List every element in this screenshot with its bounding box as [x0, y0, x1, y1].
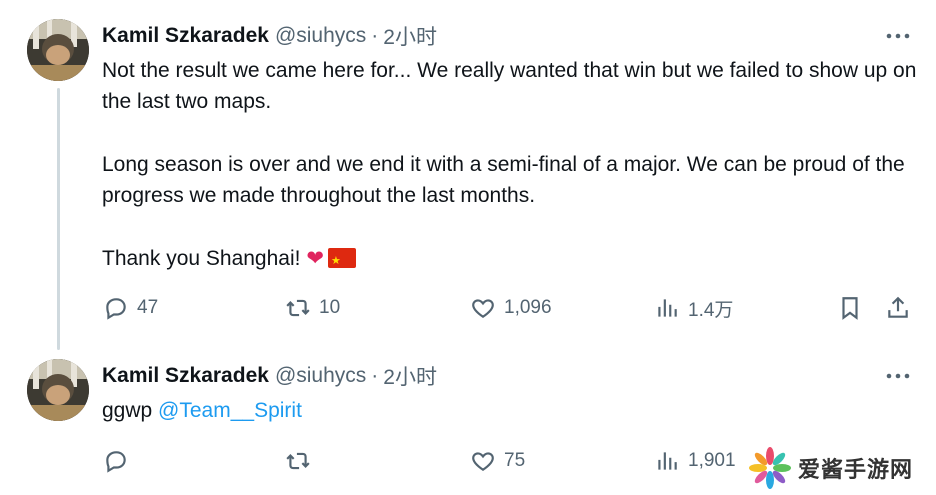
views-button[interactable]: 1.4万	[654, 290, 733, 326]
tweet-paragraph: Not the result we came here for... We re…	[102, 59, 917, 113]
retweet-button[interactable]: 10	[285, 290, 340, 326]
reply-text: ggwp	[102, 399, 159, 422]
like-button[interactable]: 75	[470, 443, 525, 479]
views-icon	[658, 452, 677, 470]
separator-dot: ·	[371, 364, 379, 387]
share-button[interactable]	[885, 290, 911, 326]
tweet-header: Kamil Szkaradek @siuhycs · 2小时	[102, 21, 437, 51]
tweet-header: Kamil Szkaradek @siuhycs · 2小时	[102, 361, 437, 391]
reply-icon	[106, 298, 126, 320]
bookmark-button[interactable]	[837, 290, 863, 326]
avatar[interactable]	[27, 359, 89, 421]
tweet-text: Not the result we came here for... We re…	[102, 55, 922, 277]
author-name[interactable]: Kamil Szkaradek	[102, 24, 269, 48]
like-count: 75	[504, 450, 526, 471]
pinwheel-logo-icon	[749, 446, 791, 489]
tweet-paragraph: Long season is over and we end it with a…	[102, 153, 905, 207]
views-icon	[658, 299, 677, 317]
view-count: 1,901	[688, 450, 736, 471]
heart-icon	[472, 452, 494, 471]
view-count: 1.4万	[688, 299, 734, 321]
timestamp[interactable]: 2小时	[383, 361, 437, 391]
heart-icon	[472, 299, 494, 318]
more-options-icon[interactable]	[883, 361, 913, 391]
retweet-icon	[286, 452, 310, 470]
reply-icon	[106, 451, 126, 473]
more-options-icon[interactable]	[883, 21, 913, 51]
reply-button[interactable]	[103, 443, 137, 479]
retweet-icon	[286, 299, 310, 317]
like-count: 1,096	[504, 297, 552, 318]
author-handle[interactable]: @siuhycs	[275, 24, 366, 48]
action-bar: 47 10 1,096 1.4万	[0, 290, 936, 326]
thanks-text: Thank you Shanghai!	[102, 247, 301, 270]
author-handle[interactable]: @siuhycs	[275, 364, 366, 388]
mention-link[interactable]: @Team__Spirit	[158, 399, 302, 422]
views-button[interactable]: 1,901	[654, 443, 736, 479]
tweet-1[interactable]: Kamil Szkaradek @siuhycs · 2小时 Not the r…	[0, 0, 936, 350]
retweet-count: 10	[319, 297, 341, 318]
tweet-paragraph-last: Thank you Shanghai! ❤	[102, 243, 922, 277]
retweet-button[interactable]	[285, 443, 319, 479]
bookmark-icon	[842, 297, 858, 320]
avatar[interactable]	[27, 19, 89, 81]
china-flag-icon	[327, 246, 356, 277]
watermark-text: 爱酱手游网	[798, 456, 914, 482]
red-heart-icon: ❤	[306, 247, 324, 270]
timestamp[interactable]: 2小时	[383, 21, 437, 51]
watermark: 爱酱手游网	[748, 440, 936, 495]
like-button[interactable]: 1,096	[470, 290, 552, 326]
share-icon	[888, 296, 908, 318]
separator-dot: ·	[371, 24, 379, 47]
reply-count: 47	[137, 297, 159, 318]
tweet-text: ggwp @Team__Spirit	[102, 395, 302, 426]
author-name[interactable]: Kamil Szkaradek	[102, 364, 269, 388]
reply-button[interactable]: 47	[103, 290, 158, 326]
